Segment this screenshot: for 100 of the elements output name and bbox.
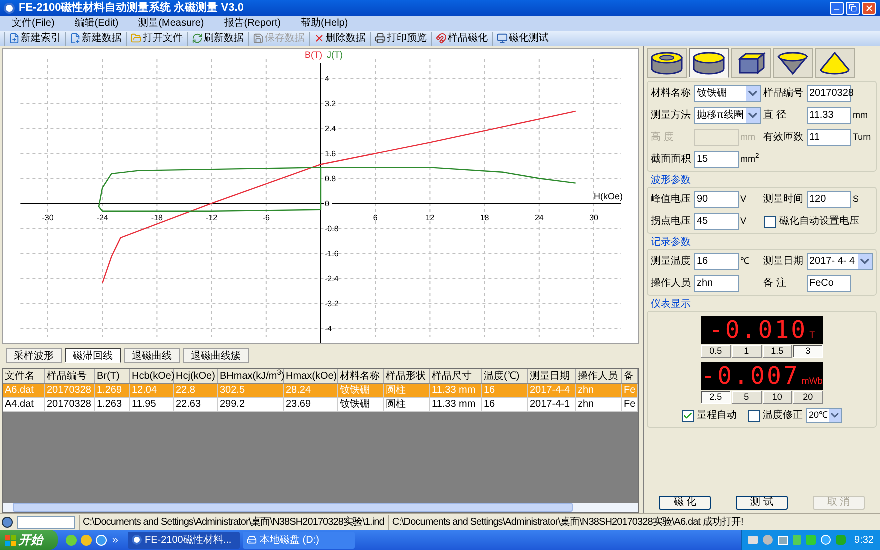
table-cell-text: 22.8 [176,384,196,398]
start-button[interactable]: 开始 [0,530,58,550]
minimize-button[interactable] [830,2,844,14]
column-header: 文件名 [5,370,35,384]
dropdown[interactable]: 20℃ [806,408,842,423]
monitor-icon [497,33,508,44]
toolbar-button[interactable]: 样品磁化 [431,32,492,46]
input-field[interactable]: 11.33 [806,107,851,124]
shape-tab[interactable] [815,48,855,78]
shape-tab[interactable] [647,48,687,78]
range-button[interactable]: 10 [762,391,792,404]
range-button[interactable]: 0.5 [701,345,731,358]
file-plus-icon [70,33,81,44]
taskbar-button[interactable]: 本地磁盘 (D:) [243,532,355,548]
refresh-icon [192,33,203,44]
input-field[interactable]: 120 [806,191,851,208]
field-label: 测量日期 [764,254,804,269]
toolbar-button[interactable]: 磁化测试 [492,32,553,46]
table-cell-text: 2017-4-4 [530,384,570,398]
menu-item[interactable]: 报告(Report) [224,16,281,31]
table-cell-text: 11.33 mm [432,384,476,398]
checkbox[interactable] [682,410,694,422]
input-field[interactable]: 20170328 [806,85,851,102]
axis-tick-label: 18 [480,214,490,223]
axis-tick-label: 12 [426,214,435,223]
view-tab[interactable]: 采样波形 [6,348,62,362]
view-tab[interactable]: 退磁曲线 [124,348,180,362]
quick-launch-icon[interactable] [96,534,107,546]
input-field[interactable]: 15 [694,151,738,168]
menu-item[interactable]: 文件(File) [12,16,55,31]
table-cell-text: Fe [624,398,636,412]
axis-tick-label: -0.8 [325,224,339,234]
tray-icon[interactable] [748,536,758,544]
checkbox[interactable] [764,216,776,228]
table-row[interactable]: A4.dat 20170328 1.263 11.95 22.63 299.2 23.69 钕铁硼 圆柱 11.33 mm 16 2017-4-1 zhn Fe [3,398,638,412]
field-label: 直 径 [764,108,788,123]
shape-tab[interactable] [731,48,771,78]
field-label: 测量时间 [764,192,804,207]
field-label: 高 度 [651,130,675,145]
shape-tab[interactable] [689,48,729,78]
quick-launch-icon[interactable] [81,534,92,546]
toolbar-button[interactable]: 刷新数据 [187,32,248,46]
view-tab[interactable]: 退磁曲线簇 [183,348,249,362]
dropdown[interactable]: 钕铁硼 [694,85,760,102]
column-header: 测量日期 [530,370,570,384]
toolbar-button[interactable]: 打开文件 [126,32,187,46]
printer-icon [375,33,386,44]
table-cell-text: 16 [484,398,496,412]
column-header: Hcj(kOe) [176,370,216,384]
range-button[interactable]: 3 [793,345,823,358]
window-title: FE-2100磁性材料自动测量系统 永磁测量 V3.0 [19,0,244,16]
axis-tick-label: 0.8 [325,174,336,184]
unit-label: Turn [853,130,872,144]
unit-label: mm [740,130,756,144]
app-icon [4,2,15,14]
chevron-icon[interactable] [111,536,120,544]
action-button[interactable]: 磁 化 [659,496,712,510]
tray-icon[interactable] [778,536,788,544]
input-field[interactable]: 11 [806,129,851,146]
input-field[interactable]: 45 [694,213,738,230]
menu-item[interactable]: 编辑(Edit) [74,16,119,31]
toolbar-button[interactable]: 新建数据 [65,32,126,46]
tray-icon[interactable] [820,535,831,545]
shape-tab[interactable] [773,48,813,78]
range-button[interactable]: 2.5 [701,391,731,404]
range-button[interactable]: 1 [732,345,762,358]
axis-tick-label: -4 [325,324,332,334]
toolbar-button[interactable]: 新建索引 [4,32,65,46]
cylinder-icon [691,51,727,75]
field-label: 样品编号 [764,86,804,101]
axis-tick-label: -3.2 [325,300,339,309]
magnet-icon [436,33,447,44]
view-tab[interactable]: 磁滞回线 [65,348,121,362]
file-plus-icon [9,33,20,44]
axis-tick-label: -18 [151,214,163,223]
checkbox[interactable] [748,410,760,422]
action-button[interactable]: 测 试 [736,496,788,510]
input-field[interactable]: FeCo [806,275,851,292]
dropdown[interactable]: 抛移π线圈 [694,107,760,124]
table-cell-text: 11.33 mm [432,398,476,412]
range-button[interactable]: 5 [732,391,762,404]
input-field[interactable]: 16 [694,253,738,270]
taskbar-button[interactable]: FE-2100磁性材料... [128,532,240,548]
close-button[interactable] [862,2,876,14]
range-button[interactable]: 20 [793,391,823,404]
dropdown[interactable]: 2017- 4- 4 [806,253,873,270]
table-cell-text: A4.dat [5,398,34,412]
quick-launch-icon[interactable] [66,534,77,546]
menu-item[interactable]: 帮助(Help) [300,16,348,31]
table-cell-text: zhn [578,398,594,412]
menu-item[interactable]: 测量(Measure) [138,16,204,31]
toolbar-button[interactable]: 删除数据 [309,32,370,46]
restore-icon [849,4,857,12]
input-field[interactable] [17,516,75,528]
input-field[interactable]: zhn [694,275,738,292]
input-field[interactable]: 90 [694,191,738,208]
restore-button[interactable] [846,2,860,14]
table-cell-text: 299.2 [220,398,246,412]
range-button[interactable]: 1.5 [762,345,792,358]
toolbar-button[interactable]: 打印预览 [370,32,431,46]
